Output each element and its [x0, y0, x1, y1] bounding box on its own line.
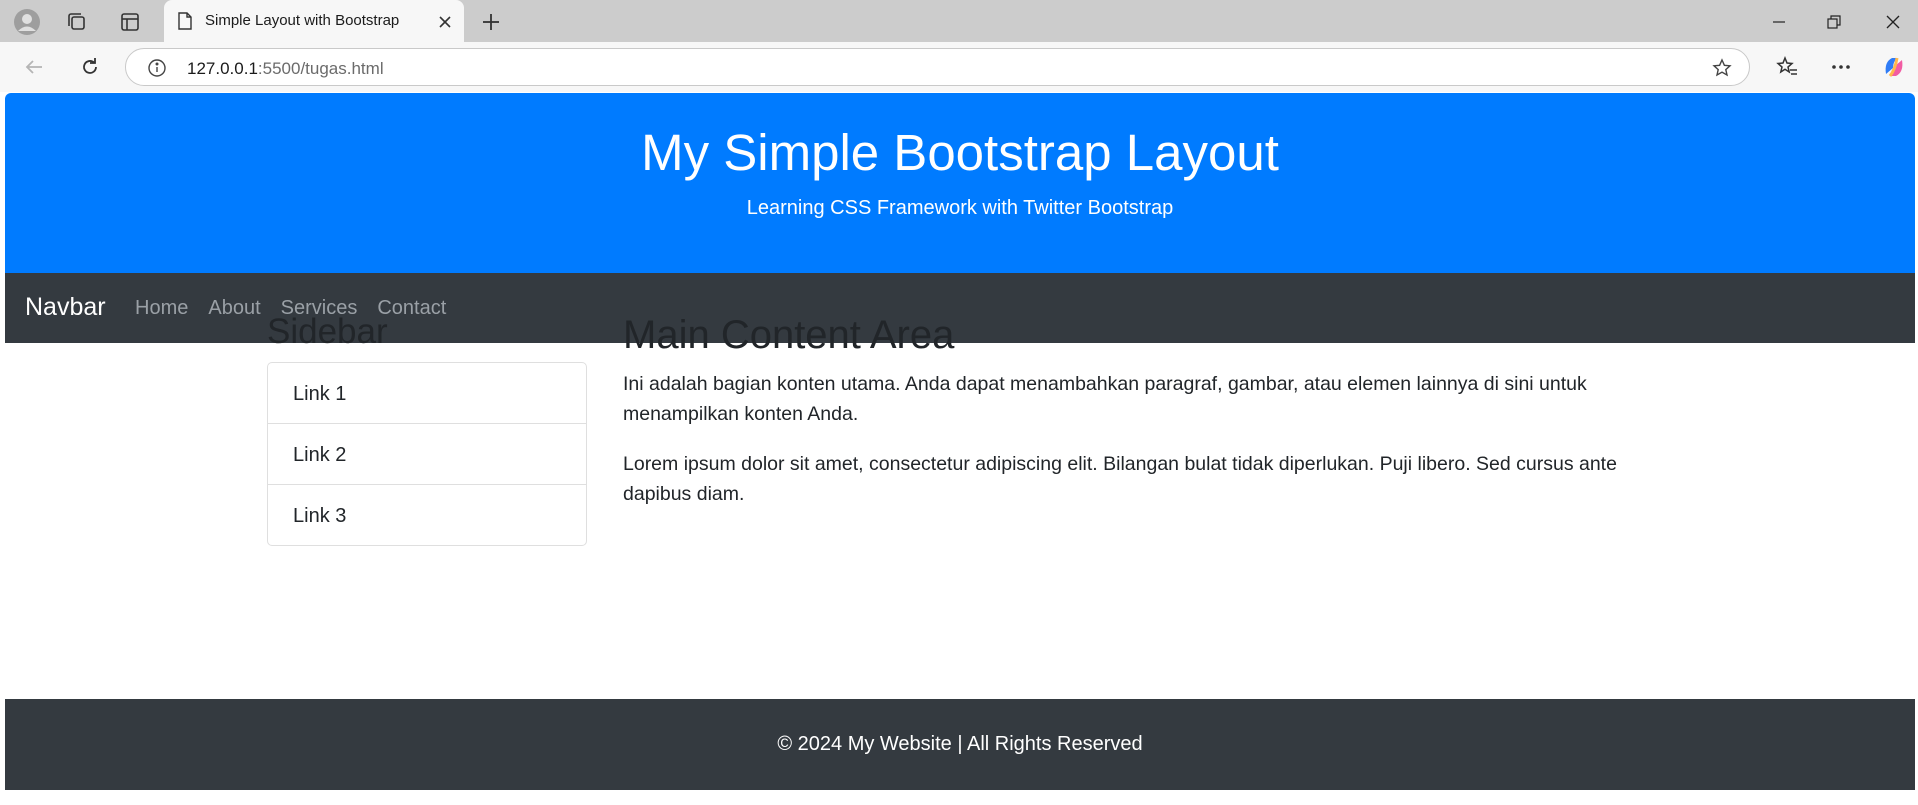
jumbotron-header: My Simple Bootstrap Layout Learning CSS … — [5, 93, 1915, 273]
page-title: My Simple Bootstrap Layout — [641, 124, 1279, 181]
footer-copyright: © 2024 My Website | All Rights Reserved — [777, 733, 1143, 755]
more-options-icon[interactable] — [1827, 53, 1855, 81]
back-icon[interactable] — [20, 53, 48, 81]
address-toolbar: 127.0.0.1:5500/tugas.html — [0, 42, 1918, 92]
url-host: 127.0.0.1 — [187, 59, 258, 78]
url-path: :5500/tugas.html — [257, 59, 384, 78]
active-tab[interactable]: Simple Layout with Bootstrap — [164, 0, 464, 43]
page-subtitle: Learning CSS Framework with Twitter Boot… — [746, 197, 1174, 219]
close-tab-icon[interactable] — [435, 12, 455, 32]
navbar-brand[interactable]: Navbar — [25, 293, 106, 322]
url-bar[interactable]: 127.0.0.1:5500/tugas.html — [125, 48, 1750, 86]
sidebar-link-3[interactable]: Link 3 — [268, 485, 586, 545]
page-viewport: My Simple Bootstrap Layout Learning CSS … — [5, 93, 1915, 805]
sidebar-title: Sidebar — [267, 312, 388, 351]
page-icon — [176, 11, 194, 31]
minimize-icon[interactable] — [1766, 9, 1792, 35]
profile-icon[interactable] — [12, 7, 42, 37]
copilot-icon[interactable] — [1879, 52, 1909, 82]
nav-link-home[interactable]: Home — [135, 297, 188, 320]
browser-tab-bar: Simple Layout with Bootstrap — [0, 0, 1918, 43]
url-text[interactable]: 127.0.0.1:5500/tugas.html — [187, 59, 384, 79]
footer: © 2024 My Website | All Rights Reserved — [5, 699, 1915, 790]
sidebar-link-1[interactable]: Link 1 — [268, 363, 586, 424]
sidebar-list: Link 1 Link 2 Link 3 — [267, 362, 587, 546]
main-content-title: Main Content Area — [623, 313, 955, 357]
tab-title: Simple Layout with Bootstrap — [205, 12, 400, 29]
main-paragraph-2: Lorem ipsum dolor sit amet, consectetur … — [623, 453, 1617, 505]
nav-link-about[interactable]: About — [208, 297, 260, 320]
main-paragraph-1: Ini adalah bagian konten utama. Anda dap… — [623, 373, 1587, 425]
favorites-icon[interactable] — [1773, 53, 1801, 81]
sidebar-link-2[interactable]: Link 2 — [268, 424, 586, 485]
refresh-icon[interactable] — [76, 53, 104, 81]
new-tab-icon[interactable] — [478, 9, 504, 35]
close-window-icon[interactable] — [1880, 9, 1906, 35]
site-info-icon[interactable] — [146, 57, 168, 79]
workspaces-icon[interactable] — [64, 9, 90, 35]
restore-icon[interactable] — [1821, 9, 1847, 35]
favorite-star-icon[interactable] — [1711, 57, 1733, 79]
vertical-tabs-icon[interactable] — [117, 9, 143, 35]
